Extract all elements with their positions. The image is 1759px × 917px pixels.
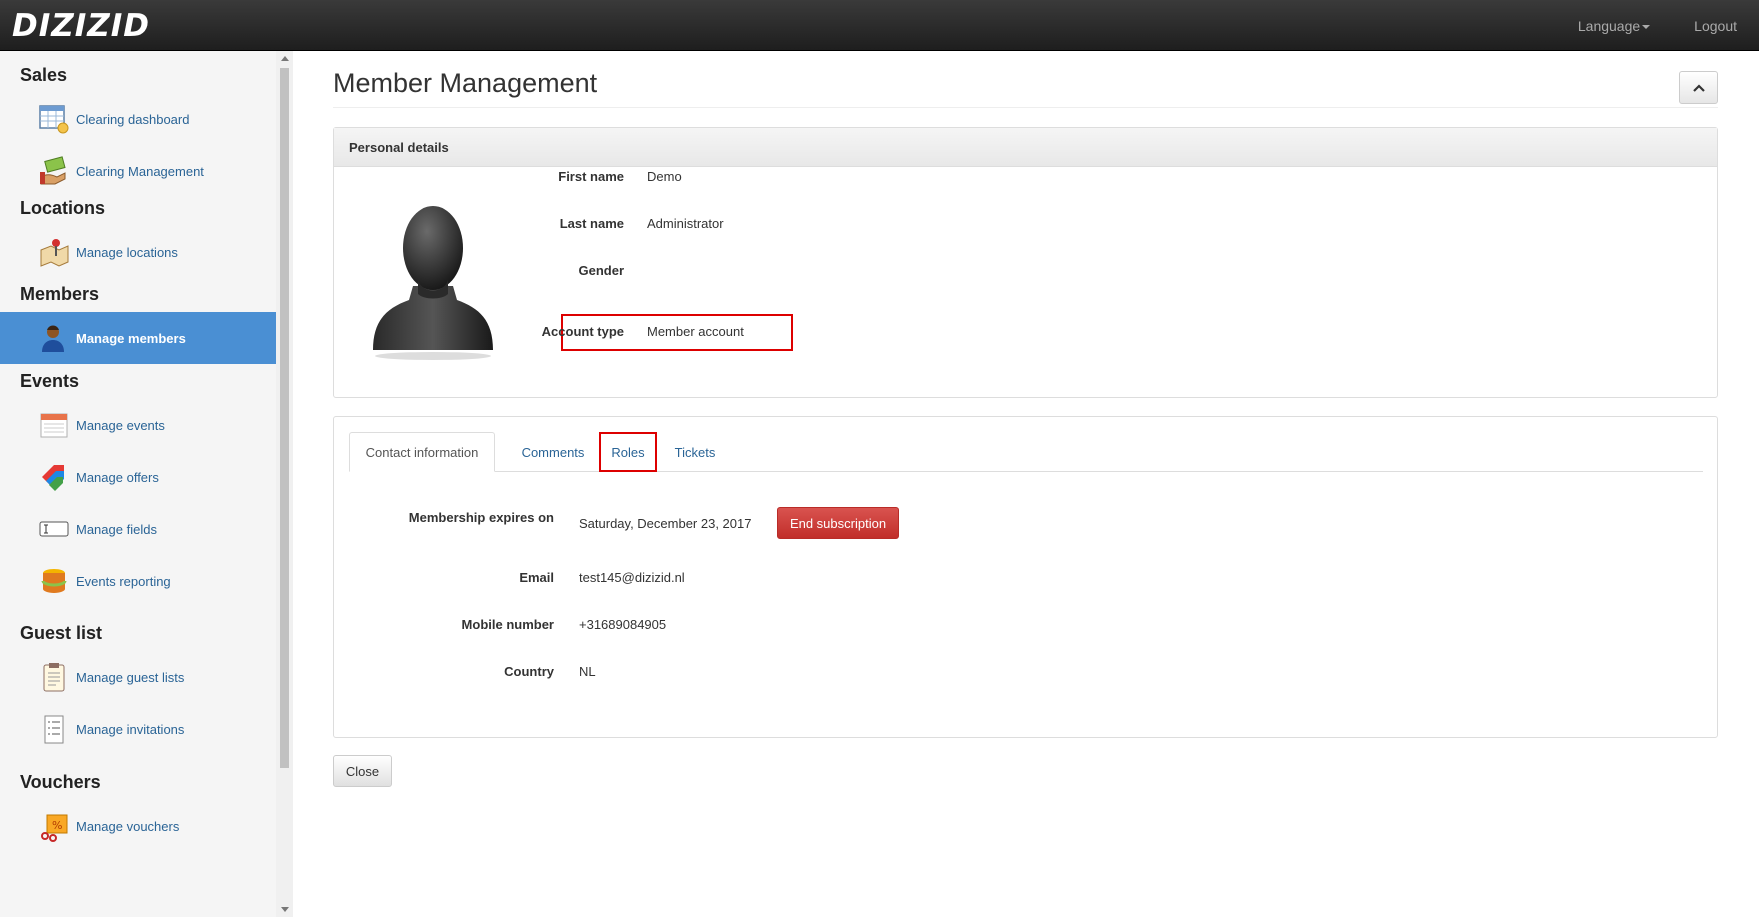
chevron-up-icon [1692, 83, 1705, 92]
sidebar-item-label: Manage fields [76, 521, 157, 537]
sidebar-section-events: Events [20, 371, 80, 391]
sidebar-item-label: Events reporting [76, 573, 171, 589]
tab-comments[interactable]: Comments [498, 432, 608, 472]
tags-icon [42, 465, 64, 491]
voucher-icon: % [41, 814, 68, 842]
top-navbar: DIZIZID Language Logout [0, 0, 1759, 51]
sidebar-item-manage-vouchers[interactable]: % Manage vouchers [0, 800, 276, 852]
sidebar-item-label: Clearing Management [76, 163, 204, 179]
calendar-icon [40, 413, 68, 438]
sidebar-item-label: Manage vouchers [76, 818, 180, 834]
sidebar-item-manage-members[interactable]: Manage members [0, 312, 276, 364]
scroll-up-icon[interactable] [281, 56, 289, 61]
sidebar-item-clearing-dashboard[interactable]: Clearing dashboard [0, 93, 276, 145]
scroll-down-icon[interactable] [281, 907, 289, 912]
clipboard-icon [43, 663, 65, 692]
calendar-spreadsheet-icon [39, 105, 69, 134]
sidebar-item-manage-invitations[interactable]: Manage invitations [0, 703, 276, 755]
title-divider [333, 107, 1718, 108]
mobile-number-value: +31689084905 [579, 617, 667, 632]
brand-logo[interactable]: DIZIZID [12, 8, 150, 44]
sidebar-item-label: Clearing dashboard [76, 111, 190, 127]
sidebar-item-manage-offers[interactable]: Manage offers [0, 451, 276, 503]
sidebar-item-label: Manage events [76, 417, 165, 433]
end-subscription-button[interactable]: End subscription [777, 507, 899, 539]
email-label: Email [519, 570, 554, 585]
sidebar-item-manage-guest-lists[interactable]: Manage guest lists [0, 651, 276, 703]
account-type-label: Account type [541, 324, 624, 339]
last-name-label: Last name [559, 216, 624, 231]
first-name-label: First name [558, 169, 624, 184]
sidebar-item-manage-fields[interactable]: Manage fields [0, 503, 276, 555]
account-type-value: Member account [647, 324, 744, 339]
last-name-value: Administrator [647, 216, 724, 231]
sidebar-item-clearing-management[interactable]: Clearing Management [0, 145, 276, 197]
country-label: Country [504, 664, 554, 679]
sidebar-item-manage-events[interactable]: Manage events [0, 399, 276, 451]
sidebar-item-label: Manage offers [76, 469, 159, 485]
first-name-value: Demo [647, 169, 682, 184]
sidebar-item-label: Manage members [76, 330, 186, 346]
sidebar-item-manage-locations[interactable]: Manage locations [0, 226, 276, 278]
personal-details-panel: Personal details First name Demo Last na… [333, 127, 1718, 398]
sidebar-section-guest-list: Guest list [20, 623, 103, 643]
scroll-thumb[interactable] [280, 68, 289, 768]
user-icon [42, 325, 64, 352]
text-field-icon [39, 521, 69, 537]
sidebar-section-members: Members [20, 284, 100, 304]
roles-tab-highlight [599, 432, 657, 472]
caret-down-icon [1642, 24, 1651, 29]
panel-title: Personal details [349, 140, 449, 155]
close-button[interactable]: Close [333, 755, 392, 787]
sidebar-section-locations: Locations [20, 198, 106, 218]
sidebar-section-sales: Sales [20, 65, 68, 85]
contact-panel: Contact information Comments Roles Ticke… [333, 416, 1718, 738]
checklist-icon [44, 715, 64, 744]
collapse-button[interactable] [1679, 71, 1718, 104]
membership-expires-label: Membership expires on [408, 510, 554, 525]
sidebar-scrollbar[interactable] [276, 51, 293, 917]
map-pin-icon [40, 239, 69, 267]
tab-tickets[interactable]: Tickets [660, 432, 730, 472]
language-dropdown[interactable]: Language [1556, 18, 1672, 34]
logout-link[interactable]: Logout [1672, 18, 1759, 34]
tab-contact-information[interactable]: Contact information [349, 432, 495, 472]
email-value: test145@dizizid.nl [579, 570, 685, 585]
language-label: Language [1577, 17, 1641, 34]
money-hand-icon [40, 156, 66, 185]
sidebar-section-vouchers: Vouchers [20, 772, 101, 792]
database-icon [41, 569, 67, 593]
sidebar-item-label: Manage guest lists [76, 669, 185, 685]
sidebar: Sales Clearing dashboard Clearing Manage… [0, 51, 276, 917]
sidebar-item-label: Manage invitations [76, 721, 185, 737]
membership-expires-value: Saturday, December 23, 2017 [579, 516, 752, 531]
svg-text:%: % [52, 819, 62, 832]
gender-label: Gender [578, 263, 624, 278]
mobile-number-label: Mobile number [461, 617, 554, 632]
sidebar-item-label: Manage locations [76, 244, 178, 260]
page-title: Member Management [333, 68, 598, 98]
country-value: NL [579, 664, 596, 679]
avatar [373, 206, 493, 360]
sidebar-item-events-reporting[interactable]: Events reporting [0, 555, 276, 607]
